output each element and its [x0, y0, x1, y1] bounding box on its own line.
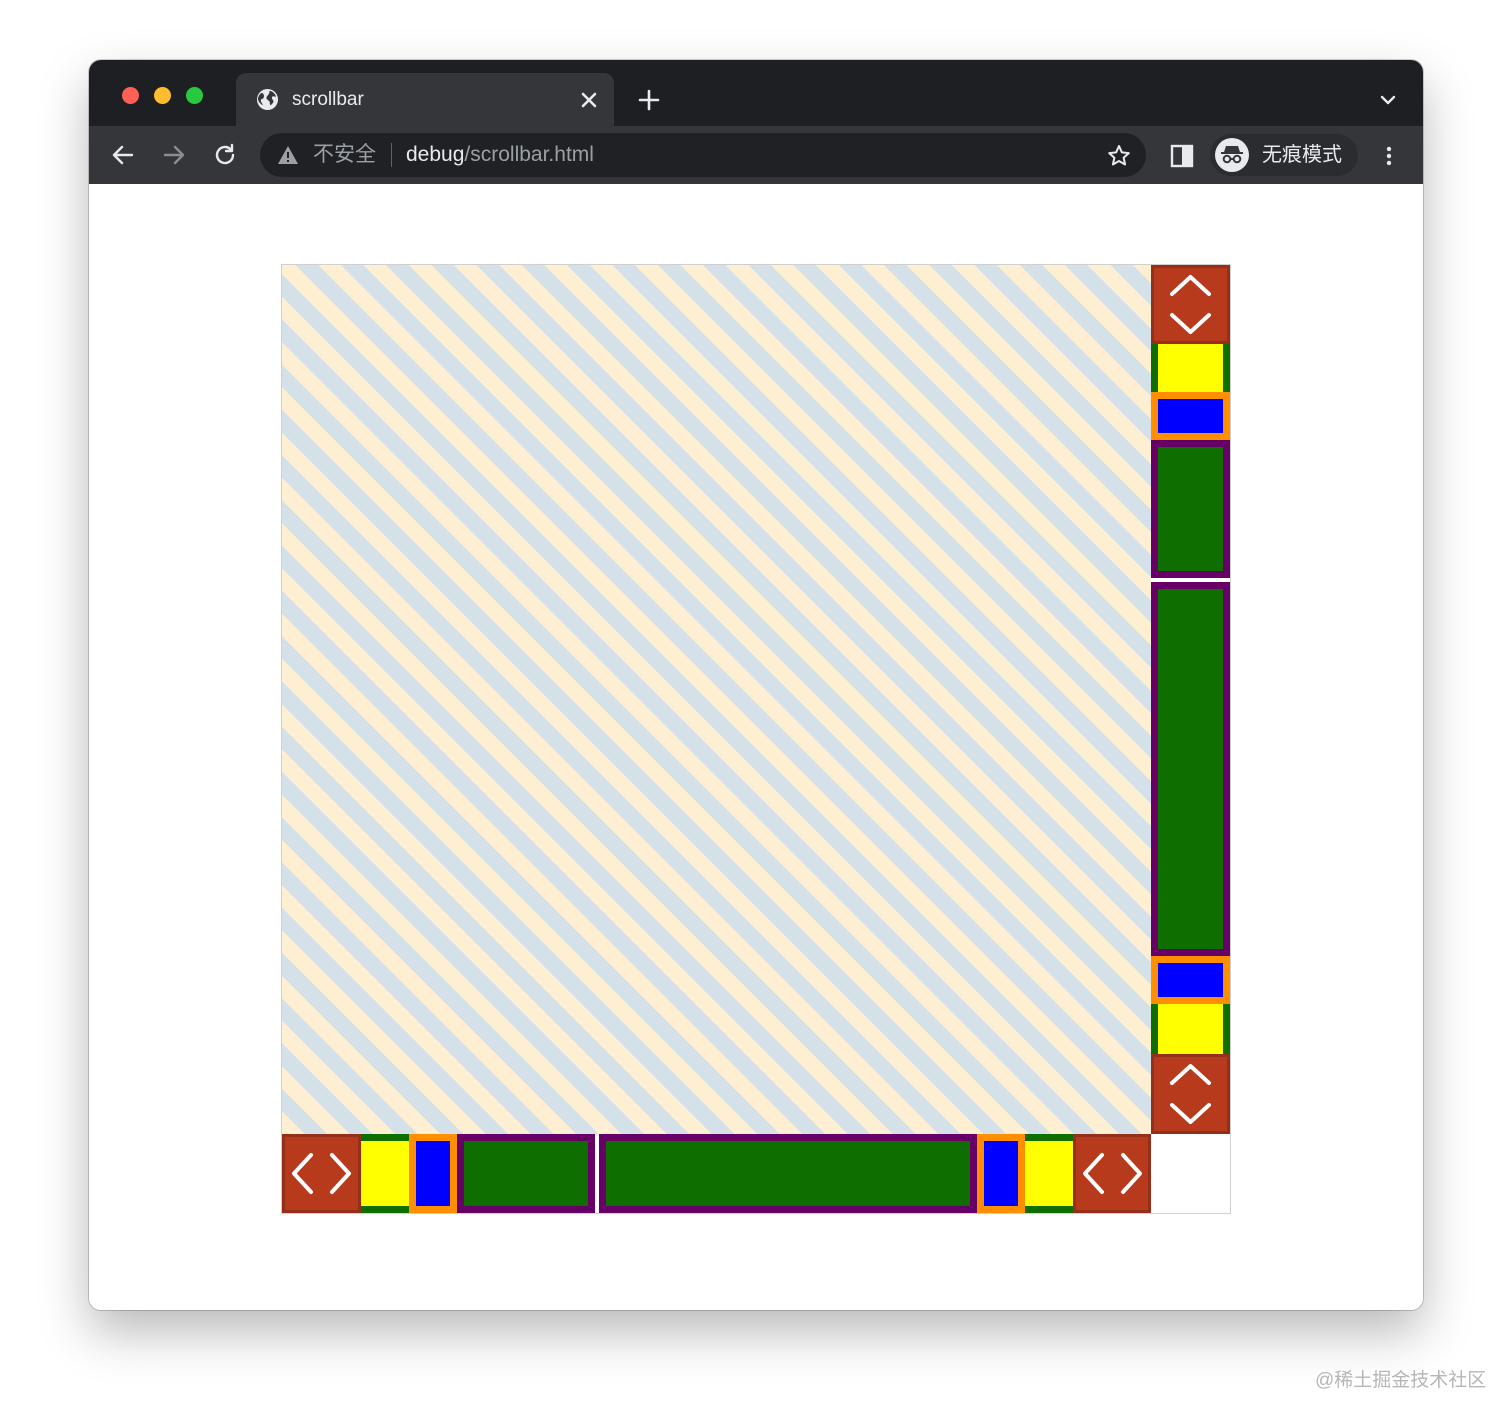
new-tab-icon[interactable] — [637, 88, 661, 112]
scrollbar-corner — [1151, 1134, 1230, 1213]
page-viewport — [89, 184, 1423, 1310]
back-arrow-icon[interactable] — [109, 141, 137, 169]
tab-title: scrollbar — [292, 89, 364, 110]
chevron-left-icon[interactable] — [1073, 1134, 1151, 1213]
vscroll-thumb-upper[interactable] — [1151, 440, 1230, 578]
close-tab-icon[interactable] — [579, 90, 599, 110]
tab-strip: scrollbar — [89, 60, 1423, 126]
horizontal-scrollbar[interactable] — [282, 1134, 1151, 1213]
chevron-down-icon[interactable] — [1378, 90, 1398, 110]
bookmark-star-icon[interactable] — [1106, 143, 1132, 169]
url-path: /scrollbar.html — [464, 143, 594, 166]
hscroll-track-piece-end[interactable] — [977, 1134, 1025, 1213]
side-panel-icon[interactable] — [1170, 144, 1194, 168]
vscroll-track-bottom[interactable] — [1151, 1004, 1230, 1054]
hscroll-thumb-right[interactable] — [599, 1134, 977, 1213]
browser-toolbar: 不安全 debug/scrollbar.html 无痕模式 — [89, 126, 1423, 184]
warning-icon[interactable] — [277, 145, 299, 165]
vscroll-track-top[interactable] — [1151, 344, 1230, 392]
vscroll-top-button-group[interactable] — [1151, 265, 1230, 344]
close-window-button[interactable] — [122, 87, 139, 104]
vscroll-bottom-button-group[interactable] — [1151, 1054, 1230, 1134]
incognito-label: 无痕模式 — [1262, 144, 1342, 166]
not-secure-label[interactable]: 不安全 — [313, 143, 376, 167]
reload-icon[interactable] — [211, 141, 239, 169]
hscroll-left-button-group[interactable] — [282, 1134, 361, 1213]
address-bar[interactable]: 不安全 debug/scrollbar.html — [260, 133, 1146, 177]
globe-icon — [256, 88, 279, 111]
striped-content-area — [282, 265, 1151, 1134]
tab-scrollbar[interactable]: scrollbar — [236, 73, 614, 126]
minimize-window-button[interactable] — [154, 87, 171, 104]
hscroll-track-piece-start[interactable] — [409, 1134, 457, 1213]
omnibox-divider — [391, 143, 392, 167]
watermark: @稀土掘金技术社区 — [1315, 1370, 1487, 1391]
url-host: debug — [406, 143, 465, 166]
vscroll-thumb-lower[interactable] — [1151, 582, 1230, 956]
forward-arrow-icon[interactable] — [160, 141, 188, 169]
maximize-window-button[interactable] — [186, 87, 203, 104]
hscroll-track-left[interactable] — [361, 1134, 409, 1213]
hscroll-track-right[interactable] — [1025, 1134, 1073, 1213]
incognito-profile-button[interactable]: 无痕模式 — [1210, 134, 1358, 176]
chevron-up-icon[interactable] — [1151, 265, 1230, 344]
chevron-up-icon[interactable] — [1151, 1054, 1230, 1134]
hscroll-right-button-group[interactable] — [1073, 1134, 1151, 1213]
vertical-scrollbar[interactable] — [1151, 265, 1230, 1134]
browser-window: scrollbar 不安全 debug/scrollbar.html 无痕模式 — [89, 60, 1423, 1310]
scroll-container[interactable] — [281, 264, 1231, 1214]
vscroll-track-piece-end[interactable] — [1151, 956, 1230, 1004]
chevron-left-icon[interactable] — [282, 1134, 361, 1213]
vscroll-track-piece-start[interactable] — [1151, 392, 1230, 440]
more-menu-icon[interactable] — [1377, 144, 1401, 168]
url-text[interactable]: debug/scrollbar.html — [406, 143, 594, 167]
incognito-icon — [1215, 138, 1249, 172]
hscroll-thumb-left[interactable] — [457, 1134, 595, 1213]
